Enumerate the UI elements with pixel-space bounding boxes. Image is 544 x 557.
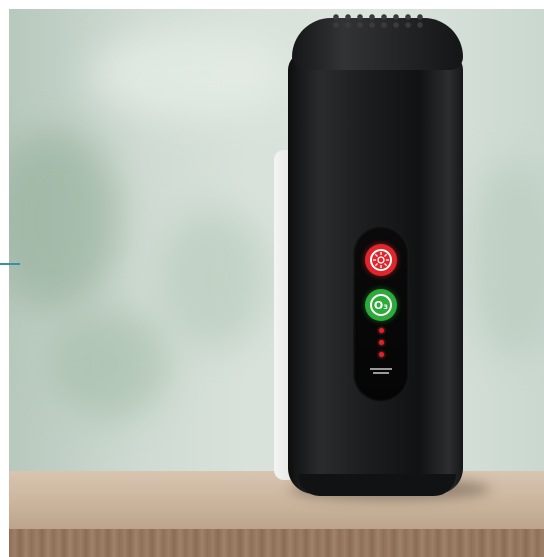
blurred-foliage [469, 159, 544, 359]
indicator-led [379, 340, 384, 345]
blurred-plant [49, 309, 169, 419]
device-base [298, 474, 456, 496]
brand-logo [370, 368, 392, 380]
product-photo-scene: O₃ [0, 0, 544, 557]
blurred-foliage [159, 209, 269, 349]
wooden-shelf-edge [9, 529, 544, 557]
vent-holes [330, 13, 425, 29]
ozone-button[interactable]: O₃ [365, 289, 397, 321]
light-patch [89, 29, 289, 119]
blurred-plant [9, 129, 119, 309]
divider-line [0, 263, 20, 265]
uv-button[interactable] [365, 244, 397, 276]
indicator-led [379, 352, 384, 357]
ozone-label: O₃ [373, 298, 389, 312]
ozone-icon: O₃ [370, 294, 392, 316]
indicator-led [379, 328, 384, 333]
sun-icon [370, 249, 392, 271]
